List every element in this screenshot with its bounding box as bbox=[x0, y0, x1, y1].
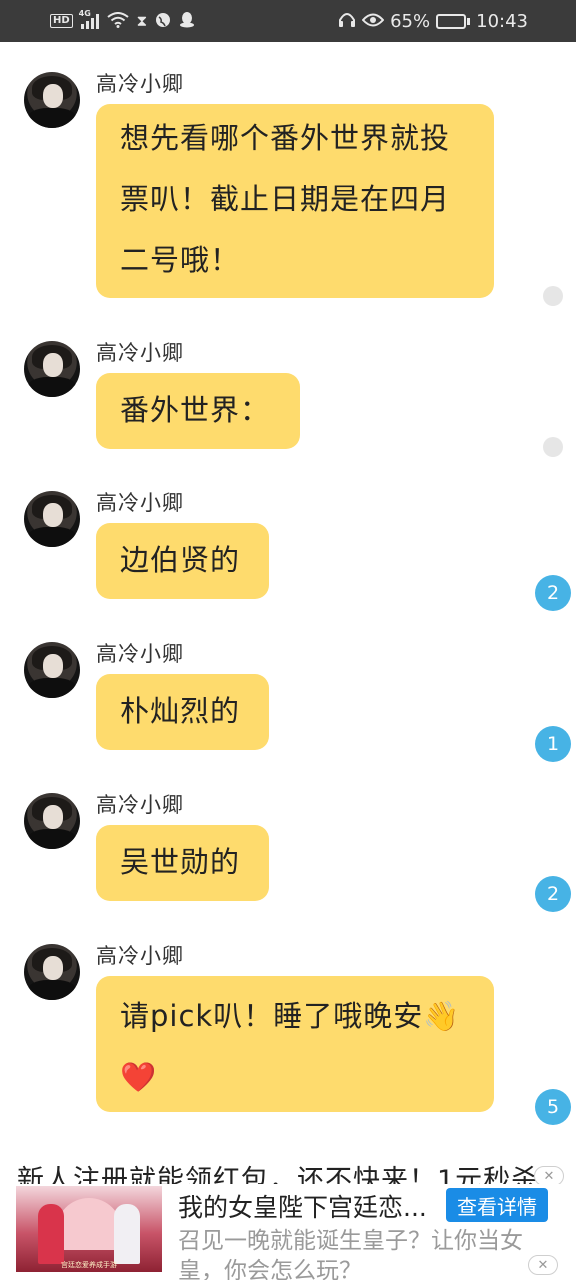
message-line: 边伯贤的 bbox=[120, 543, 241, 577]
sender-name: 高冷小卿 bbox=[96, 491, 184, 515]
sender-name: 高冷小卿 bbox=[96, 793, 184, 817]
reply-count-badge[interactable]: 5 bbox=[535, 1089, 571, 1125]
message-bubble[interactable]: 番外世界： bbox=[96, 373, 300, 449]
message-line: 请pick叭！睡了哦晚安👋 bbox=[120, 999, 461, 1033]
hd-icon: HD bbox=[50, 14, 73, 28]
heart-emoji: ❤️ bbox=[120, 1060, 158, 1094]
close-icon: ✕ bbox=[543, 1168, 555, 1184]
wifi-icon bbox=[107, 11, 129, 31]
read-indicator bbox=[543, 437, 563, 457]
ad-thumb-caption: 宫廷恋爱养成手游 bbox=[61, 1261, 117, 1269]
avatar[interactable] bbox=[24, 72, 80, 128]
close-icon: ✕ bbox=[537, 1257, 549, 1273]
globe-icon bbox=[155, 12, 171, 31]
network-type-label: 4G bbox=[78, 9, 91, 18]
avatar[interactable] bbox=[24, 642, 80, 698]
avatar[interactable] bbox=[24, 341, 80, 397]
sender-name: 高冷小卿 bbox=[96, 341, 184, 365]
message-bubble[interactable]: 请pick叭！睡了哦晚安👋 ❤️ bbox=[96, 976, 494, 1112]
status-bar: HD 4G ⧗ 65% 10:43 bbox=[0, 0, 576, 42]
ad-thumbnail[interactable]: 宫廷恋爱养成手游 bbox=[16, 1186, 162, 1272]
ad-banner[interactable]: 宫廷恋爱养成手游 我的女皇陛下宫廷恋... 查看详情 召见一晚就能诞生皇子？让你… bbox=[0, 1184, 576, 1280]
ad-description: 召见一晚就能诞生皇子？让你当女皇，你会怎么玩？ bbox=[178, 1228, 523, 1280]
sender-name: 高冷小卿 bbox=[96, 944, 184, 968]
battery-icon bbox=[436, 13, 471, 29]
message-line: 番外世界： bbox=[120, 393, 271, 427]
message-bubble[interactable]: 朴灿烈的 bbox=[96, 674, 269, 750]
hourglass-icon: ⧗ bbox=[136, 11, 148, 30]
read-indicator bbox=[543, 286, 563, 306]
message-line: 吴世勋的 bbox=[120, 845, 241, 879]
sender-name: 高冷小卿 bbox=[96, 642, 184, 666]
qq-icon bbox=[179, 11, 195, 31]
sender-name: 高冷小卿 bbox=[96, 72, 184, 96]
ad-detail-button[interactable]: 查看详情 bbox=[446, 1188, 548, 1222]
status-right: 65% 10:43 bbox=[338, 0, 528, 42]
reply-count-badge[interactable]: 1 bbox=[535, 726, 571, 762]
ad-close-button[interactable]: ✕ bbox=[528, 1255, 558, 1275]
headphones-icon bbox=[338, 12, 356, 31]
message-bubble[interactable]: 想先看哪个番外世界就投 票叭！截止日期是在四月 二号哦！ bbox=[96, 104, 494, 298]
clock: 10:43 bbox=[476, 10, 528, 32]
signal-icon: 4G bbox=[79, 9, 99, 29]
avatar[interactable] bbox=[24, 491, 80, 547]
avatar[interactable] bbox=[24, 793, 80, 849]
ad-close-button[interactable]: ✕ bbox=[534, 1166, 564, 1186]
battery-percent: 65% bbox=[390, 10, 431, 32]
eye-icon bbox=[361, 13, 385, 30]
message-bubble[interactable]: 吴世勋的 bbox=[96, 825, 269, 901]
reply-count-badge[interactable]: 2 bbox=[535, 575, 571, 611]
message-line: 票叭！截止日期是在四月 bbox=[120, 182, 451, 216]
message-bubble[interactable]: 边伯贤的 bbox=[96, 523, 269, 599]
message-line: 想先看哪个番外世界就投 bbox=[120, 121, 451, 155]
avatar[interactable] bbox=[24, 944, 80, 1000]
reply-count-badge[interactable]: 2 bbox=[535, 876, 571, 912]
message-line: 朴灿烈的 bbox=[120, 694, 241, 728]
ad-title[interactable]: 我的女皇陛下宫廷恋... bbox=[178, 1188, 444, 1224]
status-left: HD 4G ⧗ bbox=[50, 0, 195, 42]
message-line: 二号哦！ bbox=[120, 243, 241, 277]
